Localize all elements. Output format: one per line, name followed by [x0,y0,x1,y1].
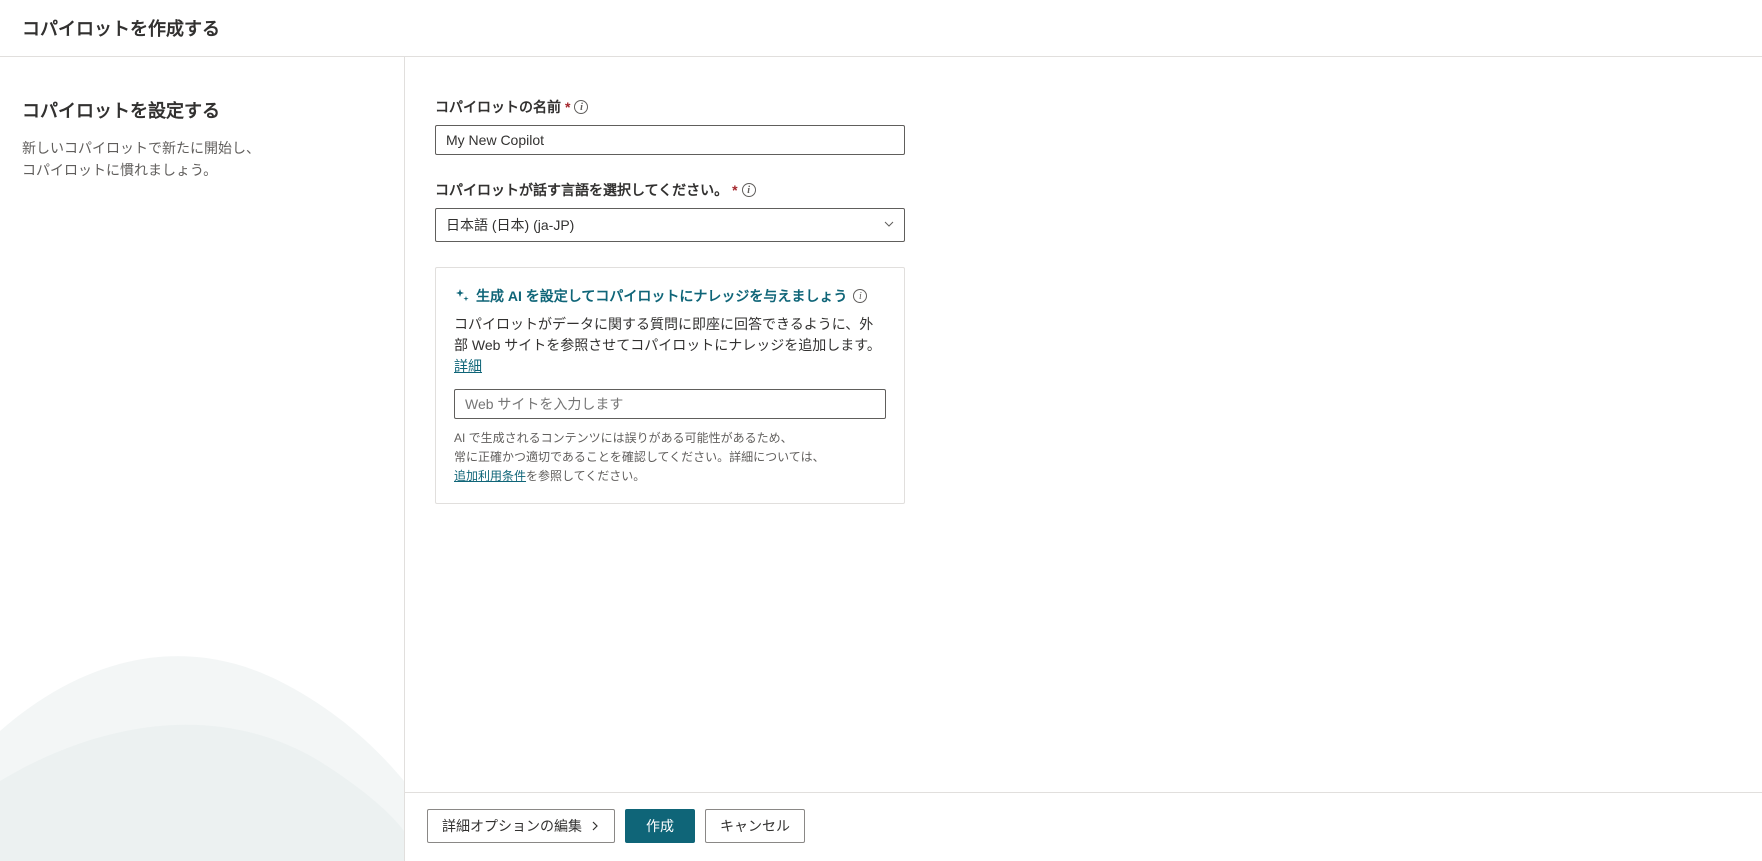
name-label: コパイロットの名前 * i [435,97,905,117]
chevron-right-icon [590,821,600,831]
sparkle-icon [454,288,470,304]
decorative-wave [0,581,404,861]
language-select[interactable]: 日本語 (日本) (ja-JP) [435,208,905,242]
website-input[interactable] [454,389,886,419]
required-indicator: * [732,182,737,198]
language-select-wrapper: 日本語 (日本) (ja-JP) [435,208,905,242]
ai-card-header: 生成 AI を設定してコパイロットにナレッジを与えましょう i [454,286,886,306]
name-field-group: コパイロットの名前 * i [435,97,905,155]
ai-disclaimer: AI で生成されるコンテンツには誤りがある可能性があるため、 常に正確かつ適切で… [454,429,886,487]
sidebar-description: 新しいコパイロットで新たに開始し、 コパイロットに慣れましょう。 [22,137,382,182]
copilot-name-input[interactable] [435,125,905,155]
page-title: コパイロットを作成する [22,15,1740,41]
info-icon[interactable]: i [574,100,588,114]
ai-card-description: コパイロットがデータに関する質問に即座に回答できるように、外部 Web サイトを… [454,314,886,377]
terms-link[interactable]: 追加利用条件 [454,469,526,483]
create-button[interactable]: 作成 [625,809,695,843]
ai-knowledge-card: 生成 AI を設定してコパイロットにナレッジを与えましょう i コパイロットがデ… [435,267,905,504]
footer-actions: 詳細オプションの編集 作成 キャンセル [405,792,1762,859]
info-icon[interactable]: i [742,183,756,197]
info-icon[interactable]: i [853,289,867,303]
cancel-button[interactable]: キャンセル [705,809,805,843]
main-content: コパイロットの名前 * i コパイロットが話す言語を選択してください。 * i … [405,57,1762,861]
content-wrapper: コパイロットを設定する 新しいコパイロットで新たに開始し、 コパイロットに慣れま… [0,57,1762,861]
details-link[interactable]: 詳細 [454,358,482,374]
edit-advanced-button[interactable]: 詳細オプションの編集 [427,809,615,843]
sidebar-title: コパイロットを設定する [22,97,382,123]
page-header: コパイロットを作成する [0,0,1762,57]
ai-card-title: 生成 AI を設定してコパイロットにナレッジを与えましょう [476,286,847,306]
language-label: コパイロットが話す言語を選択してください。 * i [435,180,905,200]
sidebar: コパイロットを設定する 新しいコパイロットで新たに開始し、 コパイロットに慣れま… [0,57,405,861]
language-field-group: コパイロットが話す言語を選択してください。 * i 日本語 (日本) (ja-J… [435,180,905,242]
required-indicator: * [565,99,570,115]
